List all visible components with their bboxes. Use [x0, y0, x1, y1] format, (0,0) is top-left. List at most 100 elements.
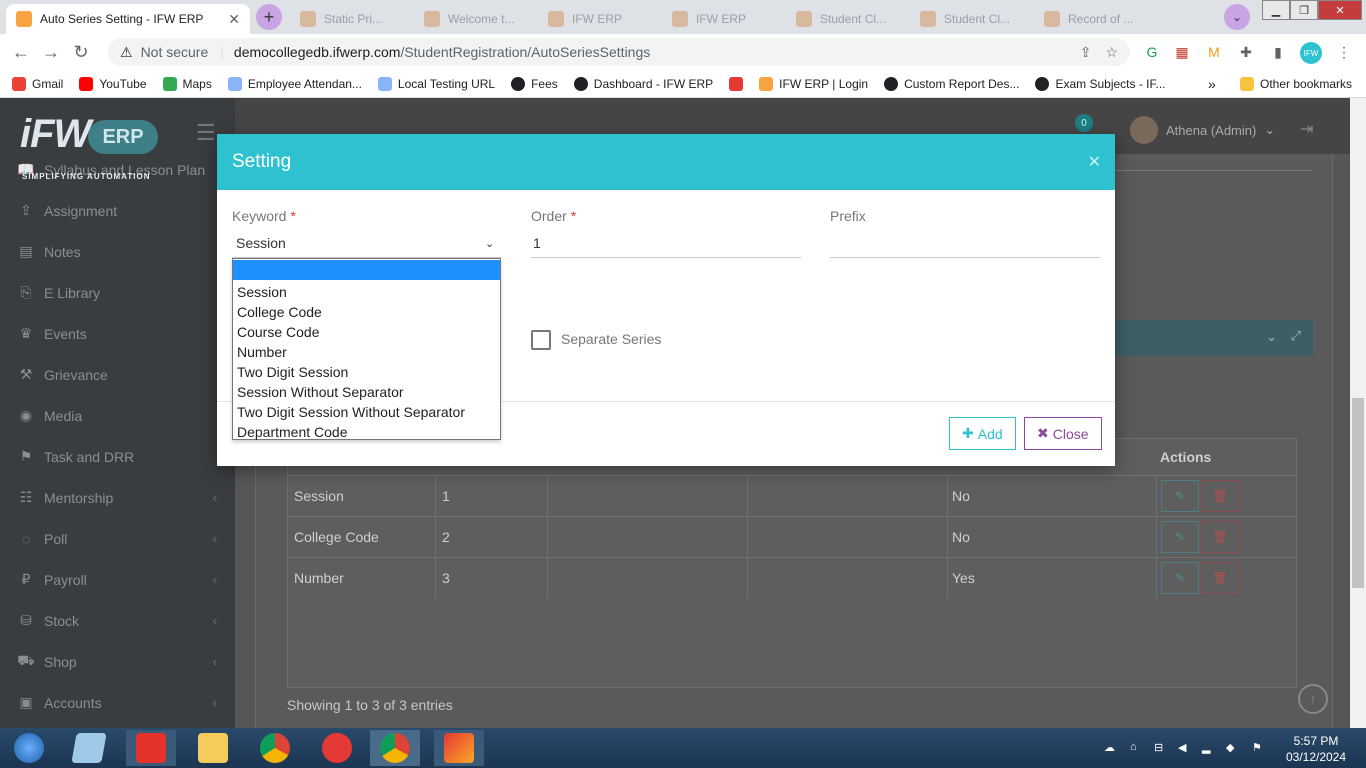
taskbar-notes-icon[interactable]	[64, 730, 114, 766]
bookmark-item[interactable]: Gmail	[12, 76, 63, 91]
maximize-button[interactable]: ❐	[1290, 0, 1318, 20]
sidebar-item-label: Media	[44, 407, 83, 424]
collapse-icon[interactable]: ⌄	[1266, 329, 1277, 345]
anydesk-tray-icon[interactable]: ◆	[1226, 741, 1240, 755]
puzzle-icon[interactable]: ✚	[1236, 42, 1256, 62]
keyword-option[interactable]: Two Digit Session	[233, 362, 500, 382]
sidebar-item-shop[interactable]: ⛟ Shop ‹	[0, 641, 235, 682]
tab-inactive[interactable]: IFW ERP	[662, 4, 780, 34]
notification-badge[interactable]: 0	[1075, 114, 1093, 132]
edit-button[interactable]: ✎	[1161, 480, 1199, 512]
gmail-ext-icon[interactable]: M	[1204, 42, 1224, 62]
signal-icon[interactable]: ▂	[1202, 741, 1216, 755]
extension-icon[interactable]: ▦	[1172, 42, 1192, 62]
tab-inactive[interactable]: Student Cl...	[786, 4, 904, 34]
usb-icon[interactable]: ⊟	[1154, 741, 1168, 755]
minimize-button[interactable]: ▁	[1262, 0, 1290, 20]
sidebar-item-events[interactable]: ♛ Events	[0, 313, 235, 354]
bookmark-star-icon[interactable]: ☆	[1105, 44, 1118, 61]
bookmark-item[interactable]: Maps	[162, 76, 212, 91]
address-bar[interactable]: ⚠ Not secure | democollegedb.ifwerp.com /…	[108, 38, 1130, 66]
keyword-option[interactable]: College Code	[233, 302, 500, 322]
profile-icon[interactable]: IFW	[1300, 42, 1322, 64]
keyword-select[interactable]: Session	[232, 228, 502, 258]
keyword-option[interactable]: Department Code	[233, 422, 500, 442]
tab-inactive[interactable]: Welcome t...	[414, 4, 532, 34]
menu-dots-icon[interactable]: ⋮	[1334, 42, 1354, 62]
taskbar-clock[interactable]: 5:57 PM 03/12/2024	[1280, 733, 1352, 765]
delete-button[interactable]: 🗑	[1201, 480, 1239, 512]
tab-inactive[interactable]: Student Cl...	[910, 4, 1028, 34]
sidebar-item-mentorship[interactable]: ☷ Mentorship ‹	[0, 477, 235, 518]
delete-button[interactable]: 🗑	[1201, 521, 1239, 553]
bookmarks-overflow[interactable]: »	[1208, 76, 1216, 92]
sidebar-item-payroll[interactable]: ₽ Payroll ‹	[0, 559, 235, 600]
forward-icon[interactable]: →	[36, 37, 66, 67]
taskbar-explorer-icon[interactable]	[188, 730, 238, 766]
edit-button[interactable]: ✎	[1161, 562, 1199, 594]
scrollbar-thumb[interactable]	[1352, 398, 1364, 588]
bookmark-item[interactable]: IFW ERP | Login	[759, 76, 868, 91]
keyword-option[interactable]: Session	[233, 282, 500, 302]
sidebar-item-poll[interactable]: ◌ Poll ‹	[0, 518, 235, 559]
order-input[interactable]: 1	[531, 228, 801, 258]
start-button[interactable]	[4, 730, 54, 766]
network-tray-icon[interactable]: ⌂	[1130, 741, 1144, 755]
new-tab-button[interactable]: +	[256, 4, 282, 30]
prefix-input[interactable]	[830, 228, 1100, 258]
flag-icon[interactable]: ⚑	[1252, 741, 1266, 755]
keyword-option[interactable]: Course Code	[233, 322, 500, 342]
volume-icon[interactable]: ◀	[1178, 741, 1192, 755]
close-icon[interactable]: ✕	[1088, 152, 1101, 172]
keyword-option[interactable]: Session Without Separator	[233, 382, 500, 402]
tab-search-icon[interactable]: ⌄	[1224, 4, 1250, 30]
keyword-option[interactable]: Two Digit Session Without Separator	[233, 402, 500, 422]
add-button[interactable]: ✚ Add	[949, 417, 1016, 450]
delete-button[interactable]: 🗑	[1201, 562, 1239, 594]
user-menu[interactable]: Athena (Admin) ⌄	[1130, 116, 1275, 144]
close-button[interactable]: ✖ Close	[1024, 417, 1102, 450]
grammarly-icon[interactable]: G	[1142, 42, 1162, 62]
sidebar-item-media[interactable]: ◉ Media	[0, 395, 235, 436]
back-icon[interactable]: ←	[6, 37, 36, 67]
taskbar-chrome-profile-icon[interactable]	[370, 730, 420, 766]
tab-inactive[interactable]: Record of ...	[1034, 4, 1152, 34]
window-close-button[interactable]: ✕	[1318, 0, 1362, 20]
bookmark-item[interactable]: Local Testing URL	[377, 76, 495, 91]
taskbar-anydesk-icon[interactable]	[126, 730, 176, 766]
taskbar-mail-icon[interactable]	[434, 730, 484, 766]
taskbar-chrome-icon[interactable]	[250, 730, 300, 766]
sidepanel-icon[interactable]: ▮	[1268, 42, 1288, 62]
sidebar-item-accounts[interactable]: ▣ Accounts ‹	[0, 682, 235, 723]
bookmark-item[interactable]: Custom Report Des...	[884, 76, 1019, 91]
share-icon[interactable]: ⇪	[1080, 44, 1092, 61]
sidebar-item-stock[interactable]: ⛁ Stock ‹	[0, 600, 235, 641]
logout-icon[interactable]: ⇥	[1300, 119, 1313, 139]
other-bookmarks[interactable]: Other bookmarks	[1240, 76, 1352, 91]
tab-inactive[interactable]: Static Pri...	[290, 4, 408, 34]
tab-close-icon[interactable]: ✕	[228, 11, 240, 28]
reload-icon[interactable]: ↻	[66, 37, 96, 67]
bookmark-item[interactable]: Employee Attendan...	[227, 76, 362, 91]
cloud-icon[interactable]: ☁	[1104, 741, 1118, 755]
keyword-option[interactable]: Number	[233, 342, 500, 362]
sidebar-item-e-library[interactable]: ⎘ E Library	[0, 272, 235, 313]
bookmark-item[interactable]: Fees	[511, 76, 558, 91]
bookmark-item[interactable]: Dashboard - IFW ERP	[573, 76, 713, 91]
tab-inactive[interactable]: IFW ERP	[538, 4, 656, 34]
sidebar-item-notes[interactable]: ▤ Notes	[0, 231, 235, 272]
taskbar-wps-icon[interactable]	[312, 730, 362, 766]
tab-active[interactable]: Auto Series Setting - IFW ERP ✕	[6, 4, 250, 34]
sidebar-item-assignment[interactable]: ⇪ Assignment	[0, 190, 235, 231]
expand-icon[interactable]: ⤢	[1291, 328, 1301, 344]
edit-button[interactable]: ✎	[1161, 521, 1199, 553]
bookmark-item[interactable]: YouTube	[79, 76, 147, 91]
sidebar-item-task-and-drr[interactable]: ⚑ Task and DRR	[0, 436, 235, 477]
bookmark-item[interactable]: Exam Subjects - IF...	[1035, 76, 1166, 91]
keyword-option[interactable]	[233, 260, 500, 280]
scroll-top-icon[interactable]: ↑	[1298, 684, 1328, 714]
separate-series-checkbox[interactable]	[531, 330, 551, 350]
bookmark-item[interactable]	[729, 76, 744, 91]
hamburger-icon[interactable]: ☰	[196, 120, 216, 146]
sidebar-item-grievance[interactable]: ⚒ Grievance	[0, 354, 235, 395]
